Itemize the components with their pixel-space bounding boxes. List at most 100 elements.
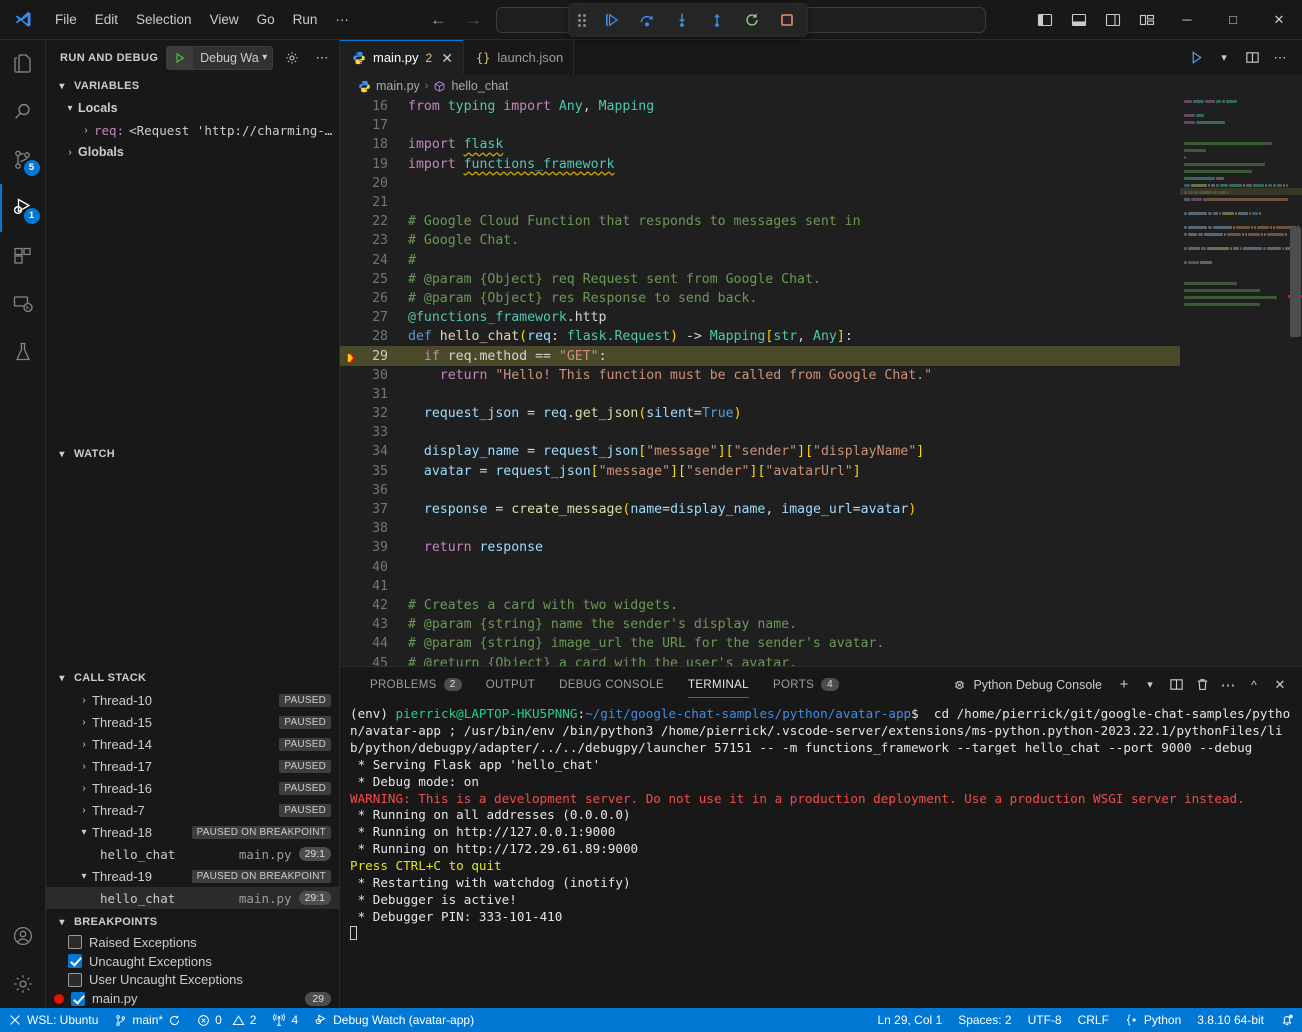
menu-go[interactable]: Go bbox=[248, 7, 284, 33]
activity-item-testing[interactable] bbox=[0, 328, 46, 376]
split-terminal-button[interactable] bbox=[1164, 673, 1188, 697]
chevron-down-icon[interactable]: ▾ bbox=[262, 52, 272, 63]
call-stack-thread-17[interactable]: › Thread-17 PAUSED bbox=[46, 755, 339, 777]
step-into-button[interactable] bbox=[671, 9, 693, 31]
menu-edit[interactable]: Edit bbox=[86, 7, 127, 33]
continue-button[interactable] bbox=[601, 9, 623, 31]
tab-main-py[interactable]: main.py 2 ✕ bbox=[340, 40, 464, 75]
code-line[interactable]: 34 display_name = request_json["message"… bbox=[340, 442, 1180, 461]
code-line[interactable]: 36 bbox=[340, 481, 1180, 500]
status-indentation[interactable]: Spaces: 2 bbox=[950, 1008, 1019, 1032]
tab-launch-json[interactable]: {} launch.json bbox=[464, 40, 574, 75]
tree-item-locals[interactable]: ▾ Locals bbox=[46, 97, 339, 119]
breakpoint-uncaught-exceptions[interactable]: Uncaught Exceptions bbox=[46, 952, 339, 971]
code-line[interactable]: 26# @param {Object} res Response to send… bbox=[340, 289, 1180, 308]
code-line[interactable]: 22# Google Cloud Function that responds … bbox=[340, 212, 1180, 231]
code-line[interactable]: 39 return response bbox=[340, 538, 1180, 557]
minimap[interactable] bbox=[1180, 97, 1302, 666]
tree-item-variable-req[interactable]: › req: <Request 'http://charming-tro… bbox=[46, 119, 339, 141]
code-line[interactable]: 16from typing import Any, Mapping bbox=[340, 97, 1180, 116]
restart-button[interactable] bbox=[741, 9, 763, 31]
activity-item-accounts[interactable] bbox=[0, 912, 46, 960]
breakpoint-arrow-icon[interactable] bbox=[345, 351, 359, 365]
status-notifications[interactable] bbox=[1272, 1008, 1302, 1032]
code-editor[interactable]: 16from typing import Any, Mapping1718imp… bbox=[340, 97, 1302, 666]
call-stack-thread-10[interactable]: › Thread-10 PAUSED bbox=[46, 689, 339, 711]
call-stack-frame-hello-chat-1[interactable]: hello_chat main.py 29:1 bbox=[46, 843, 339, 865]
code-line[interactable]: 43# @param {string} name the sender's di… bbox=[340, 615, 1180, 634]
panel-tab-problems[interactable]: PROBLEMS 2 bbox=[358, 667, 474, 702]
editor-more-actions[interactable]: ⋯ bbox=[1268, 46, 1292, 70]
call-stack-thread-16[interactable]: › Thread-16 PAUSED bbox=[46, 777, 339, 799]
call-stack-thread-7[interactable]: › Thread-7 PAUSED bbox=[46, 799, 339, 821]
step-over-button[interactable] bbox=[636, 9, 658, 31]
kill-terminal-button[interactable] bbox=[1190, 673, 1214, 697]
code-line[interactable]: 29 if req.method == "GET": bbox=[340, 346, 1180, 365]
code-line[interactable]: 24# bbox=[340, 251, 1180, 270]
menu-selection[interactable]: Selection bbox=[127, 7, 201, 33]
toggle-panel[interactable] bbox=[1062, 3, 1096, 37]
terminal-dropdown-button[interactable]: ▾ bbox=[1138, 673, 1162, 697]
code-line[interactable]: 45# @return {Object} a card with the use… bbox=[340, 653, 1180, 666]
code-line[interactable]: 38 bbox=[340, 519, 1180, 538]
code-line[interactable]: 35 avatar = request_json["message"]["sen… bbox=[340, 462, 1180, 481]
breakpoints-section-header[interactable]: ▾ BREAKPOINTS bbox=[46, 911, 339, 933]
arrow-right-icon[interactable]: → bbox=[465, 11, 482, 28]
split-editor-button[interactable] bbox=[1240, 46, 1264, 70]
code-line[interactable]: 28def hello_chat(req: flask.Request) -> … bbox=[340, 327, 1180, 346]
play-icon[interactable] bbox=[167, 47, 193, 69]
chevron-right-icon[interactable]: › bbox=[76, 717, 92, 728]
chevron-right-icon[interactable]: › bbox=[76, 739, 92, 750]
activity-item-search[interactable] bbox=[0, 88, 46, 136]
close-panel-button[interactable]: ✕ bbox=[1268, 673, 1292, 697]
drag-grip-icon[interactable] bbox=[578, 12, 588, 28]
maximize-panel-button[interactable]: ^ bbox=[1242, 673, 1266, 697]
close-window-button[interactable]: ✕ bbox=[1256, 0, 1302, 40]
chevron-right-icon[interactable]: › bbox=[76, 783, 92, 794]
code-lines-container[interactable]: 16from typing import Any, Mapping1718imp… bbox=[340, 97, 1180, 666]
code-line[interactable]: 40 bbox=[340, 558, 1180, 577]
code-line[interactable]: 44# @param {string} image_url the URL fo… bbox=[340, 634, 1180, 653]
code-line[interactable]: 27@functions_framework.http bbox=[340, 308, 1180, 327]
toggle-primary-sidebar[interactable] bbox=[1028, 3, 1062, 37]
menu-more[interactable]: ··· bbox=[326, 7, 358, 33]
code-line[interactable]: 41 bbox=[340, 577, 1180, 596]
chevron-right-icon[interactable]: › bbox=[76, 761, 92, 772]
customize-layout[interactable] bbox=[1130, 3, 1164, 37]
breakpoint-main-py[interactable]: main.py 29 bbox=[46, 989, 339, 1008]
call-stack-thread-18[interactable]: ▾ Thread-18 PAUSED ON BREAKPOINT bbox=[46, 821, 339, 843]
breadcrumb-file[interactable]: main.py bbox=[376, 79, 420, 93]
activity-item-manage[interactable] bbox=[0, 960, 46, 1008]
code-line[interactable]: 18import flask bbox=[340, 135, 1180, 154]
activity-item-run-and-debug[interactable]: 1 bbox=[0, 184, 46, 232]
gear-icon[interactable] bbox=[281, 47, 303, 69]
close-icon[interactable]: ✕ bbox=[441, 51, 453, 65]
chevron-right-icon[interactable]: › bbox=[78, 125, 94, 136]
run-python-file-button[interactable] bbox=[1184, 46, 1208, 70]
checkbox-unchecked-icon[interactable] bbox=[68, 935, 82, 949]
watch-section-header[interactable]: ▾ WATCH bbox=[46, 443, 339, 465]
status-cursor-position[interactable]: Ln 29, Col 1 bbox=[869, 1008, 950, 1032]
step-out-button[interactable] bbox=[706, 9, 728, 31]
code-line[interactable]: 23# Google Chat. bbox=[340, 231, 1180, 250]
status-problems[interactable]: 0 2 bbox=[189, 1008, 264, 1032]
code-line[interactable]: 32 request_json = req.get_json(silent=Tr… bbox=[340, 404, 1180, 423]
code-line[interactable]: 17 bbox=[340, 116, 1180, 135]
checkbox-unchecked-icon[interactable] bbox=[68, 973, 82, 987]
tree-item-globals[interactable]: › Globals bbox=[46, 141, 339, 163]
stop-button[interactable] bbox=[776, 9, 798, 31]
activity-item-source-control[interactable]: 5 bbox=[0, 136, 46, 184]
checkbox-checked-icon[interactable] bbox=[68, 954, 82, 968]
active-terminal-item[interactable]: Python Debug Console bbox=[952, 677, 1102, 692]
code-line[interactable]: 25# @param {Object} req Request sent fro… bbox=[340, 270, 1180, 289]
status-encoding[interactable]: UTF-8 bbox=[1020, 1008, 1070, 1032]
breakpoint-raised-exceptions[interactable]: Raised Exceptions bbox=[46, 933, 339, 952]
status-eol[interactable]: CRLF bbox=[1070, 1008, 1117, 1032]
call-stack-frame-hello-chat-2[interactable]: hello_chat main.py 29:1 bbox=[46, 887, 339, 909]
terminal-output[interactable]: (env) pierrick@LAPTOP-HKU5PNNG:~/git/goo… bbox=[340, 702, 1302, 1008]
code-line[interactable]: 21 bbox=[340, 193, 1180, 212]
chevron-down-icon[interactable]: ▾ bbox=[62, 103, 78, 114]
activity-item-remote-explorer[interactable] bbox=[0, 280, 46, 328]
new-terminal-button[interactable]: + bbox=[1112, 673, 1136, 697]
status-branch[interactable]: main* bbox=[106, 1008, 189, 1032]
